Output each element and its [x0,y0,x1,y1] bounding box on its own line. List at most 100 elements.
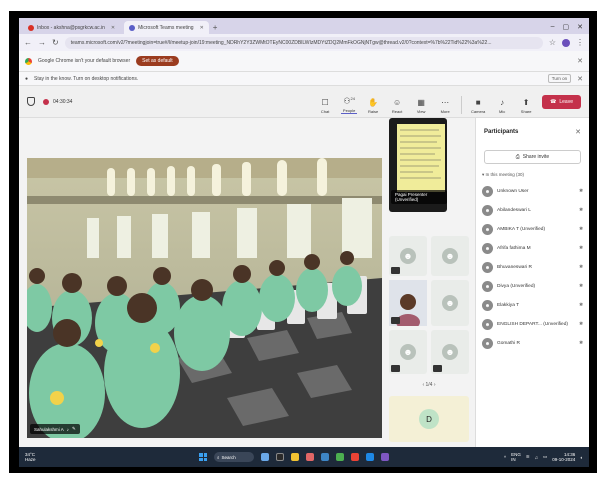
battery-icon[interactable]: ▭ [543,454,547,460]
mic-off-icon: ⨳ [579,207,583,213]
leave-button[interactable]: ☎ Leave [542,94,581,109]
browser-tab-strip: Inbox - akshna@psgrkcw.ac.in ✕ Microsoft… [19,18,589,34]
speaker-name: Sahulakshmi A [34,426,64,432]
url-field[interactable]: teams.microsoft.com/v2/?meetingjoin=true… [64,36,543,49]
tile-pager[interactable]: ‹ 1/4 › [389,382,469,388]
view-button[interactable]: ▦ View [413,98,429,114]
participant-row[interactable]: ☻ AMBIKA T (Unverified) ⨳ [476,220,589,239]
mic-off-icon [433,365,442,372]
camera-button[interactable]: ■ Camera [470,98,486,114]
react-button[interactable]: ☺ React [389,98,405,114]
participant-row[interactable]: ☻ Bhuvaneswari R ⨳ [476,258,589,277]
share-icon: ⬆ [522,97,530,107]
participant-row[interactable]: ☻ Gomathi R ⨳ [476,334,589,353]
tab-inbox[interactable]: Inbox - akshna@psgrkcw.ac.in ✕ [23,21,120,34]
participant-row[interactable]: ☻ Abilandeswari L ⨳ [476,201,589,220]
participant-row[interactable]: ☻ Elakkiya T ⨳ [476,296,589,315]
chevron-right-icon[interactable]: › [434,382,436,388]
turn-on-button[interactable]: Turn on [547,74,572,83]
default-browser-text: Google Chrome isn't your default browser [38,58,131,64]
weather-desc: Haze [25,457,36,462]
clock[interactable]: 14:36 09-10-2024 [552,452,575,462]
participant-tile[interactable]: ☻ [431,330,469,374]
participant-tile[interactable]: ☻ [431,280,469,326]
close-icon[interactable]: ✕ [577,57,583,65]
presenter-name: Pagai Presenter (Unverified) [395,192,428,202]
language-indicator[interactable]: ENG IN [511,452,521,462]
weather-widget[interactable]: 34°C Haze [25,452,36,462]
menu-icon[interactable]: ⋮ [576,38,584,47]
chat-button[interactable]: ☐ Chat [317,98,333,114]
share-invite-label: Share invite [522,154,550,160]
widgets-icon[interactable] [261,453,269,461]
mic-off-icon [391,317,400,324]
participant-tile[interactable]: ☻ [431,236,469,276]
window-controls: – ▢ ✕ [545,23,589,34]
teams-taskbar-icon[interactable] [381,453,389,461]
camera-icon: ■ [475,97,481,107]
mic-off-icon: ⨳ [579,264,583,270]
raise-hand-button[interactable]: ✋ Raise [365,98,381,114]
app-icon[interactable] [366,453,374,461]
windows-start-icon[interactable] [199,453,207,461]
participant-tile[interactable]: ☻ [389,236,427,276]
mic-off-icon: ⨳ [579,226,583,232]
participant-tile[interactable]: D [389,396,469,442]
default-browser-bar: Google Chrome isn't your default browser… [19,51,589,72]
reload-icon[interactable]: ↻ [52,38,59,47]
participant-row[interactable]: ☻ Afrifa fathima M ⨳ [476,239,589,258]
close-icon[interactable]: ✕ [111,25,115,31]
screen: Inbox - akshna@psgrkcw.ac.in ✕ Microsoft… [19,18,589,467]
video-tiles-column: Pagai Presenter (Unverified) ☻ ☻ ☻ ☻ ☻ ‹… [389,118,469,442]
minimize-icon[interactable]: – [551,23,555,31]
close-window-icon[interactable]: ✕ [577,23,583,31]
gmail-icon [28,24,34,31]
bookmark-star-icon[interactable]: ☆ [549,38,556,47]
volume-icon[interactable]: ♫ [535,455,538,460]
share-invite-button[interactable]: ⎙ Share invite [484,150,581,164]
in-meeting-section[interactable]: ▾ In this meeting (30) [476,168,589,182]
app-icon[interactable] [351,453,359,461]
chrome-taskbar-icon[interactable] [336,453,344,461]
more-button[interactable]: ⋯ More [437,98,453,114]
phone-hangup-icon: ☎ [550,98,557,105]
avatar: ☻ [482,262,493,273]
tool-label: People [342,107,356,113]
participant-row[interactable]: ☻ ENGLISH DEPART... (Unverified) ⨳ [476,315,589,334]
presenter-tile[interactable]: Pagai Presenter (Unverified) [389,118,447,212]
close-icon[interactable]: ✕ [577,75,583,83]
store-icon[interactable] [321,453,329,461]
participant-tile[interactable]: ☻ [389,330,427,374]
mic-button[interactable]: ♪ Mic [494,98,510,114]
notification-icon[interactable]: ◐ [580,455,583,460]
speaker-name-tag: Sahulakshmi A ♪ ✎ [30,424,80,434]
search-icon: ⌕ [217,454,220,460]
participant-name: Divya (Unverified) [497,284,536,289]
windows-taskbar: 34°C Haze ⌕ Search ^ ENG IN ≋ ♫ ▭ 14:36 … [19,447,589,467]
participant-row[interactable]: ☻ Divya (Unverified) ⨳ [476,277,589,296]
taskbar-search[interactable]: ⌕ Search [214,452,254,462]
set-default-button[interactable]: Set as default [136,56,179,66]
app-icon[interactable] [306,453,314,461]
chevron-left-icon[interactable]: ‹ [422,382,424,388]
share-button[interactable]: ⬆ Share [518,98,534,114]
people-button[interactable]: ⚇24 People [341,94,358,114]
close-icon[interactable]: ✕ [575,128,581,136]
participant-row[interactable]: ☻ Unknown User ⨳ [476,182,589,201]
back-icon[interactable]: ← [24,38,32,47]
profile-avatar[interactable] [562,38,570,47]
forward-icon[interactable]: → [38,38,46,47]
wifi-icon[interactable]: ≋ [526,454,530,460]
file-explorer-icon[interactable] [291,453,299,461]
smiley-icon: ☺ [393,97,402,107]
tab-teams[interactable]: Microsoft Teams meeting ✕ [124,21,209,34]
participant-video-tile[interactable] [389,280,427,330]
new-tab-button[interactable]: + [209,21,222,34]
close-icon[interactable]: ✕ [200,25,204,31]
task-view-icon[interactable] [276,453,284,461]
avatar-placeholder-icon: ☻ [442,295,458,311]
maximize-icon[interactable]: ▢ [563,23,570,31]
chevron-up-icon[interactable]: ^ [504,455,506,460]
tool-label: React [391,108,403,114]
avatar: ☻ [482,243,493,254]
